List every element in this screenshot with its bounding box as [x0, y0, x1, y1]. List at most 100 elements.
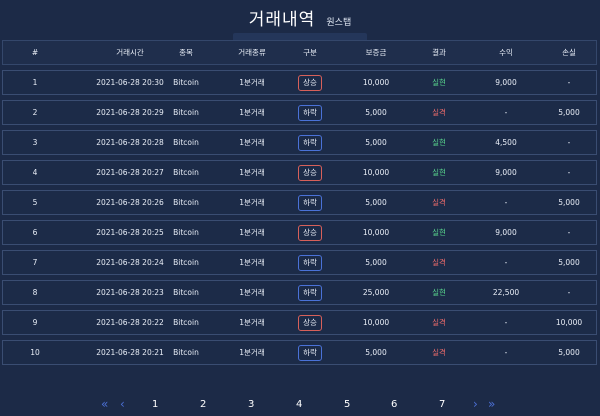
cell-time: 2021-06-28 20:26 — [96, 198, 164, 207]
cell-symbol: Bitcoin — [173, 318, 199, 327]
page-button-3[interactable]: 3 — [248, 399, 254, 410]
cell-kind: 1분거래 — [239, 318, 265, 327]
col-header-result: 결과 — [432, 48, 446, 57]
cell-side: 상승 — [293, 221, 327, 244]
pagination: « ‹ 1 2 3 4 5 6 7 › » — [0, 397, 600, 415]
table-row: 8 2021-06-28 20:23 Bitcoin 1분거래 하락 25,000 실현 22… — [2, 280, 597, 305]
cell-symbol: Bitcoin — [173, 288, 199, 297]
page-button-2[interactable]: 2 — [200, 399, 206, 410]
cell-number: 3 — [32, 138, 38, 147]
cell-loss: - — [567, 228, 571, 237]
cell-number: 10 — [30, 348, 40, 357]
cell-gain: 9,000 — [495, 168, 517, 177]
cell-deposit: 25,000 — [362, 288, 390, 297]
cell-number: 5 — [32, 198, 38, 207]
side-badge: 상승 — [298, 165, 322, 181]
page-header: 거래내역 원스탭 — [0, 5, 600, 30]
cell-deposit: 5,000 — [365, 198, 387, 207]
cell-result: 실현 — [432, 228, 446, 237]
side-badge: 하락 — [298, 105, 322, 121]
col-header-time: 거래시간 — [116, 48, 144, 57]
side-badge: 하락 — [298, 195, 322, 211]
cell-side: 상승 — [293, 161, 327, 184]
table-row: 6 2021-06-28 20:25 Bitcoin 1분거래 상승 10,000 실현 9,… — [2, 220, 597, 245]
cell-kind: 1분거래 — [239, 258, 265, 267]
page-button-5[interactable]: 5 — [344, 399, 350, 410]
cell-deposit: 10,000 — [362, 318, 390, 327]
table-row: 10 2021-06-28 20:21 Bitcoin 1분거래 하락 5,000 실격 - 5… — [2, 340, 597, 365]
table-row: 7 2021-06-28 20:24 Bitcoin 1분거래 하락 5,000 실격 - 5,… — [2, 250, 597, 275]
page-button-6[interactable]: 6 — [391, 399, 397, 410]
cell-side: 하락 — [293, 131, 327, 154]
cell-deposit: 5,000 — [365, 138, 387, 147]
cell-loss: 5,000 — [558, 108, 580, 117]
cell-time: 2021-06-28 20:28 — [96, 138, 164, 147]
cell-side: 상승 — [293, 311, 327, 334]
cell-kind: 1분거래 — [239, 348, 265, 357]
cell-result: 실현 — [432, 138, 446, 147]
cell-symbol: Bitcoin — [173, 228, 199, 237]
cell-loss: - — [567, 78, 571, 87]
table-row: 3 2021-06-28 20:28 Bitcoin 1분거래 하락 5,000 실현 4,5… — [2, 130, 597, 155]
cell-gain: - — [504, 318, 508, 327]
cell-time: 2021-06-28 20:21 — [96, 348, 164, 357]
double-chevron-right-icon[interactable]: » — [488, 397, 495, 411]
cell-side: 하락 — [293, 101, 327, 124]
cell-result: 실격 — [432, 258, 446, 267]
cell-loss: - — [567, 288, 571, 297]
cell-time: 2021-06-28 20:25 — [96, 228, 164, 237]
cell-loss: 5,000 — [558, 258, 580, 267]
cell-kind: 1분거래 — [239, 228, 265, 237]
page-button-1[interactable]: 1 — [152, 399, 158, 410]
col-header-loss: 손실 — [562, 48, 576, 57]
cell-deposit: 10,000 — [362, 78, 390, 87]
cell-gain: - — [504, 258, 508, 267]
cell-result: 실현 — [432, 288, 446, 297]
cell-kind: 1분거래 — [239, 108, 265, 117]
side-badge: 상승 — [298, 315, 322, 331]
table-header: # 거래시간 종목 거래종류 구분 보증금 결과 수익 손실 — [2, 40, 597, 65]
cell-side: 하락 — [293, 341, 327, 364]
cell-kind: 1분거래 — [239, 78, 265, 87]
cell-number: 4 — [32, 168, 38, 177]
double-chevron-left-icon[interactable]: « — [101, 397, 108, 411]
cell-number: 8 — [32, 288, 38, 297]
cell-kind: 1분거래 — [239, 138, 265, 147]
page-button-4[interactable]: 4 — [296, 399, 302, 410]
col-header-symbol: 종목 — [179, 48, 193, 57]
cell-loss: 5,000 — [558, 348, 580, 357]
page-button-7[interactable]: 7 — [439, 399, 445, 410]
side-badge: 하락 — [298, 135, 322, 151]
cell-gain: - — [504, 348, 508, 357]
cell-time: 2021-06-28 20:24 — [96, 258, 164, 267]
side-badge: 하락 — [298, 285, 322, 301]
cell-deposit: 5,000 — [365, 348, 387, 357]
page-subtitle: 원스탭 — [326, 18, 352, 28]
cell-time: 2021-06-28 20:22 — [96, 318, 164, 327]
table-row: 5 2021-06-28 20:26 Bitcoin 1분거래 하락 5,000 실격 - 5,… — [2, 190, 597, 215]
cell-number: 2 — [32, 108, 38, 117]
cell-gain: - — [504, 198, 508, 207]
table-row: 2 2021-06-28 20:29 Bitcoin 1분거래 하락 5,000 실격 - 5,… — [2, 100, 597, 125]
col-header-gain: 수익 — [499, 48, 513, 57]
chevron-left-icon[interactable]: ‹ — [120, 397, 125, 411]
cell-result: 실현 — [432, 168, 446, 177]
chevron-right-icon[interactable]: › — [473, 397, 478, 411]
cell-symbol: Bitcoin — [173, 108, 199, 117]
cell-kind: 1분거래 — [239, 198, 265, 207]
side-badge: 하락 — [298, 345, 322, 361]
side-badge: 상승 — [298, 225, 322, 241]
side-badge: 하락 — [298, 255, 322, 271]
cell-gain: 4,500 — [495, 138, 517, 147]
cell-deposit: 5,000 — [365, 108, 387, 117]
cell-gain: 9,000 — [495, 78, 517, 87]
cell-symbol: Bitcoin — [173, 78, 199, 87]
cell-result: 실격 — [432, 108, 446, 117]
cell-number: 1 — [32, 78, 38, 87]
col-header-number: # — [31, 48, 39, 57]
cell-kind: 1분거래 — [239, 288, 265, 297]
cell-side: 하락 — [293, 281, 327, 304]
cell-loss: 5,000 — [558, 198, 580, 207]
cell-side: 하락 — [293, 191, 327, 214]
cell-deposit: 10,000 — [362, 168, 390, 177]
